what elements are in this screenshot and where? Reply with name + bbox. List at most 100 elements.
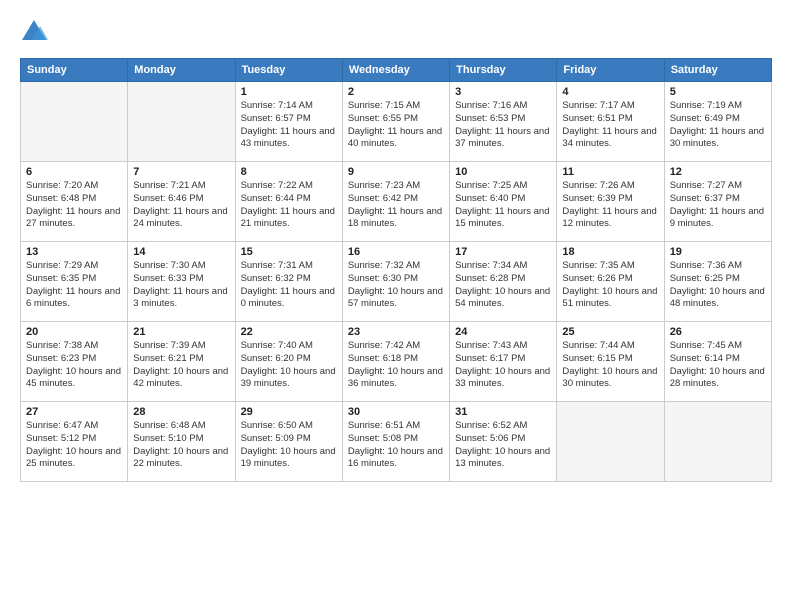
calendar-cell: 27 Sunrise: 6:47 AMSunset: 5:12 PMDayligh…	[21, 402, 128, 482]
calendar-body: 1Sunrise: 7:14 AMSunset: 6:57 PMDaylight…	[21, 82, 772, 482]
day-detail: Sunrise: 7:16 AMSunset: 6:53 PMDaylight:…	[455, 100, 551, 151]
week-row-2: 6 Sunrise: 7:20 AMSunset: 6:48 PMDaylight…	[21, 162, 772, 242]
day-number: 30	[348, 406, 444, 418]
day-number: 22	[241, 326, 337, 338]
calendar-cell: 10Sunrise: 7:25 AMSunset: 6:40 PMDayligh…	[450, 162, 557, 242]
calendar-cell: 12 Sunrise: 7:27 AMSunset: 6:37 PMDayligh…	[664, 162, 771, 242]
calendar-cell: 9 Sunrise: 7:23 AMSunset: 6:42 PMDaylight…	[342, 162, 449, 242]
day-detail: Sunrise: 7:21 AMSunset: 6:46 PMDaylight:…	[133, 180, 229, 231]
calendar-cell: 11 Sunrise: 7:26 AMSunset: 6:39 PMDayligh…	[557, 162, 664, 242]
day-number: 28	[133, 406, 229, 418]
week-row-4: 20 Sunrise: 7:38 AMSunset: 6:23 PMDayligh…	[21, 322, 772, 402]
day-detail: Sunrise: 7:36 AMSunset: 6:25 PMDaylight:…	[670, 260, 766, 311]
weekday-wednesday: Wednesday	[342, 59, 449, 82]
day-detail: Sunrise: 7:34 AMSunset: 6:28 PMDaylight:…	[455, 260, 551, 311]
weekday-saturday: Saturday	[664, 59, 771, 82]
day-detail: Sunrise: 7:39 AMSunset: 6:21 PMDaylight:…	[133, 340, 229, 391]
weekday-header-row: SundayMondayTuesdayWednesdayThursdayFrid…	[21, 59, 772, 82]
calendar-cell: 2Sunrise: 7:15 AMSunset: 6:55 PMDaylight…	[342, 82, 449, 162]
day-number: 31	[455, 406, 551, 418]
day-detail: Sunrise: 7:23 AMSunset: 6:42 PMDaylight:…	[348, 180, 444, 231]
day-detail: Sunrise: 7:43 AMSunset: 6:17 PMDaylight:…	[455, 340, 551, 391]
day-detail: Sunrise: 7:26 AMSunset: 6:39 PMDaylight:…	[562, 180, 658, 231]
day-number: 23	[348, 326, 444, 338]
calendar-cell	[664, 402, 771, 482]
day-number: 19	[670, 246, 766, 258]
calendar-cell: 19 Sunrise: 7:36 AMSunset: 6:25 PMDayligh…	[664, 242, 771, 322]
calendar-cell: 3 Sunrise: 7:16 AMSunset: 6:53 PMDaylight…	[450, 82, 557, 162]
day-number: 26	[670, 326, 766, 338]
weekday-sunday: Sunday	[21, 59, 128, 82]
day-detail: Sunrise: 7:30 AMSunset: 6:33 PMDaylight:…	[133, 260, 229, 311]
weekday-thursday: Thursday	[450, 59, 557, 82]
calendar-cell: 24 Sunrise: 7:43 AMSunset: 6:17 PMDayligh…	[450, 322, 557, 402]
day-detail: Sunrise: 6:51 AMSunset: 5:08 PMDaylight:…	[348, 420, 444, 471]
day-detail: Sunrise: 6:50 AMSunset: 5:09 PMDaylight:…	[241, 420, 337, 471]
day-number: 3	[455, 86, 551, 98]
calendar-table: SundayMondayTuesdayWednesdayThursdayFrid…	[20, 58, 772, 482]
day-number: 2	[348, 86, 444, 98]
day-detail: Sunrise: 7:31 AMSunset: 6:32 PMDaylight:…	[241, 260, 337, 311]
day-number: 7	[133, 166, 229, 178]
calendar-cell: 13 Sunrise: 7:29 AMSunset: 6:35 PMDayligh…	[21, 242, 128, 322]
calendar-cell: 21Sunrise: 7:39 AMSunset: 6:21 PMDayligh…	[128, 322, 235, 402]
calendar-cell: 25 Sunrise: 7:44 AMSunset: 6:15 PMDayligh…	[557, 322, 664, 402]
day-detail: Sunrise: 7:45 AMSunset: 6:14 PMDaylight:…	[670, 340, 766, 391]
calendar-cell: 6 Sunrise: 7:20 AMSunset: 6:48 PMDaylight…	[21, 162, 128, 242]
calendar-cell: 8Sunrise: 7:22 AMSunset: 6:44 PMDaylight…	[235, 162, 342, 242]
calendar-cell: 1Sunrise: 7:14 AMSunset: 6:57 PMDaylight…	[235, 82, 342, 162]
day-detail: Sunrise: 7:40 AMSunset: 6:20 PMDaylight:…	[241, 340, 337, 391]
day-detail: Sunrise: 6:47 AMSunset: 5:12 PMDaylight:…	[26, 420, 122, 471]
day-detail: Sunrise: 7:29 AMSunset: 6:35 PMDaylight:…	[26, 260, 122, 311]
calendar-cell: 29Sunrise: 6:50 AMSunset: 5:09 PMDayligh…	[235, 402, 342, 482]
day-detail: Sunrise: 7:19 AMSunset: 6:49 PMDaylight:…	[670, 100, 766, 151]
day-detail: Sunrise: 7:42 AMSunset: 6:18 PMDaylight:…	[348, 340, 444, 391]
week-row-1: 1Sunrise: 7:14 AMSunset: 6:57 PMDaylight…	[21, 82, 772, 162]
logo-icon	[20, 18, 48, 46]
calendar-header: SundayMondayTuesdayWednesdayThursdayFrid…	[21, 59, 772, 82]
day-detail: Sunrise: 7:22 AMSunset: 6:44 PMDaylight:…	[241, 180, 337, 231]
day-detail: Sunrise: 7:44 AMSunset: 6:15 PMDaylight:…	[562, 340, 658, 391]
calendar-cell: 14 Sunrise: 7:30 AMSunset: 6:33 PMDayligh…	[128, 242, 235, 322]
calendar-cell: 5 Sunrise: 7:19 AMSunset: 6:49 PMDaylight…	[664, 82, 771, 162]
calendar-cell: 23 Sunrise: 7:42 AMSunset: 6:18 PMDayligh…	[342, 322, 449, 402]
calendar-cell: 17 Sunrise: 7:34 AMSunset: 6:28 PMDayligh…	[450, 242, 557, 322]
day-number: 13	[26, 246, 122, 258]
day-number: 10	[455, 166, 551, 178]
page: SundayMondayTuesdayWednesdayThursdayFrid…	[0, 0, 792, 492]
header	[20, 18, 772, 46]
calendar-cell: 30 Sunrise: 6:51 AMSunset: 5:08 PMDayligh…	[342, 402, 449, 482]
day-number: 9	[348, 166, 444, 178]
week-row-3: 13 Sunrise: 7:29 AMSunset: 6:35 PMDayligh…	[21, 242, 772, 322]
calendar-cell	[21, 82, 128, 162]
day-number: 18	[562, 246, 658, 258]
day-number: 20	[26, 326, 122, 338]
calendar-cell	[557, 402, 664, 482]
day-detail: Sunrise: 7:27 AMSunset: 6:37 PMDaylight:…	[670, 180, 766, 231]
calendar-cell: 18 Sunrise: 7:35 AMSunset: 6:26 PMDayligh…	[557, 242, 664, 322]
day-number: 17	[455, 246, 551, 258]
week-row-5: 27 Sunrise: 6:47 AMSunset: 5:12 PMDayligh…	[21, 402, 772, 482]
weekday-monday: Monday	[128, 59, 235, 82]
calendar-cell: 4Sunrise: 7:17 AMSunset: 6:51 PMDaylight…	[557, 82, 664, 162]
day-detail: Sunrise: 7:38 AMSunset: 6:23 PMDaylight:…	[26, 340, 122, 391]
calendar-cell: 26 Sunrise: 7:45 AMSunset: 6:14 PMDayligh…	[664, 322, 771, 402]
day-detail: Sunrise: 7:32 AMSunset: 6:30 PMDaylight:…	[348, 260, 444, 311]
day-number: 5	[670, 86, 766, 98]
day-number: 25	[562, 326, 658, 338]
day-detail: Sunrise: 6:48 AMSunset: 5:10 PMDaylight:…	[133, 420, 229, 471]
day-number: 15	[241, 246, 337, 258]
calendar-cell: 16Sunrise: 7:32 AMSunset: 6:30 PMDayligh…	[342, 242, 449, 322]
calendar-cell: 7 Sunrise: 7:21 AMSunset: 6:46 PMDaylight…	[128, 162, 235, 242]
weekday-tuesday: Tuesday	[235, 59, 342, 82]
calendar-cell	[128, 82, 235, 162]
day-number: 27	[26, 406, 122, 418]
day-number: 14	[133, 246, 229, 258]
day-detail: Sunrise: 7:20 AMSunset: 6:48 PMDaylight:…	[26, 180, 122, 231]
day-number: 12	[670, 166, 766, 178]
day-detail: Sunrise: 7:17 AMSunset: 6:51 PMDaylight:…	[562, 100, 658, 151]
day-number: 6	[26, 166, 122, 178]
day-number: 11	[562, 166, 658, 178]
day-number: 24	[455, 326, 551, 338]
day-detail: Sunrise: 7:35 AMSunset: 6:26 PMDaylight:…	[562, 260, 658, 311]
